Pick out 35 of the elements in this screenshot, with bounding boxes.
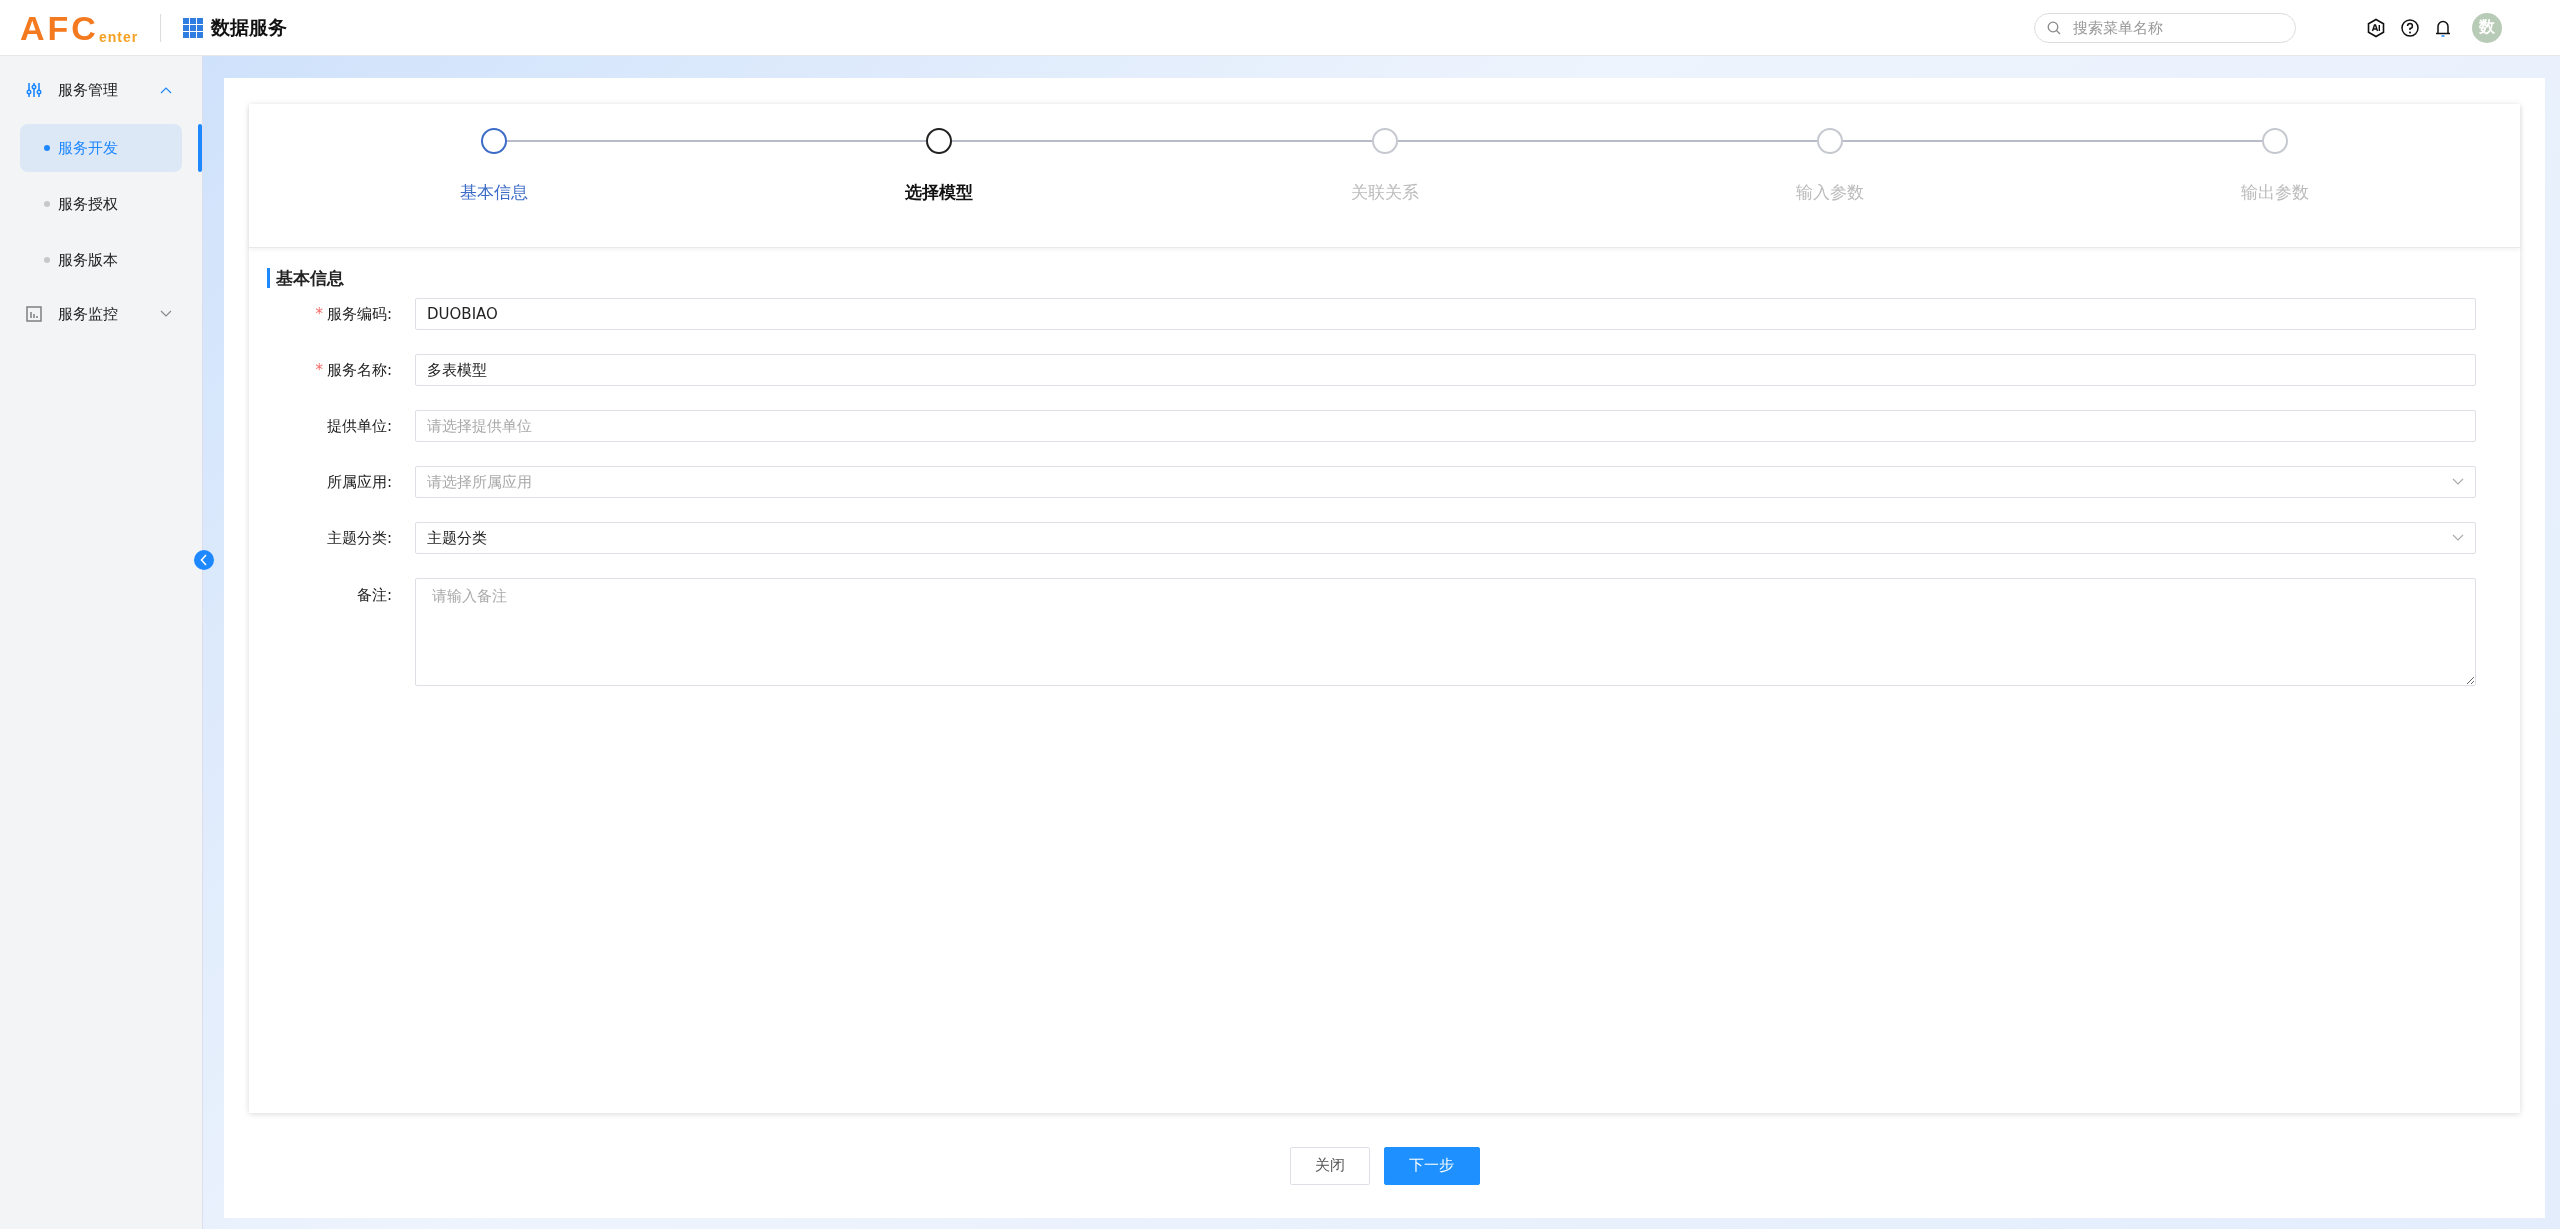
field-label: 所属应用: [326, 472, 392, 491]
close-button[interactable]: 关闭 [1289, 1146, 1370, 1185]
section-title: 基本信息 [267, 268, 2476, 288]
step-label[interactable]: 基本信息 [459, 181, 528, 204]
select-field[interactable]: 主题分类 [415, 522, 2476, 554]
chart-icon [26, 306, 42, 322]
field-label: 服务名称: [326, 360, 392, 379]
required-mark: * [315, 360, 323, 379]
active-indicator [198, 124, 202, 172]
menu-group[interactable]: 服务监控 [0, 292, 202, 336]
help-icon[interactable] [2400, 17, 2420, 38]
collapse-button[interactable] [194, 550, 214, 570]
textarea-field[interactable]: 请输入备注 [415, 578, 2476, 686]
menu-item[interactable]: 服务版本 [20, 236, 182, 284]
text-field[interactable]: 请选择提供单位 [415, 410, 2476, 442]
menu-group[interactable]: 服务管理 [0, 68, 202, 112]
field-label: 备注: [356, 586, 392, 604]
sliders-icon [26, 82, 42, 98]
chevron-left-icon [200, 554, 208, 566]
field-label: 主题分类: [326, 528, 392, 547]
chevron-down-icon [2452, 478, 2464, 486]
field-label: 服务编码: [326, 304, 392, 323]
search-input[interactable]: 搜索菜单名称 [2071, 17, 2283, 38]
ai-icon[interactable] [2366, 17, 2386, 38]
chevron-down-icon [2452, 534, 2464, 542]
required-mark: * [315, 304, 323, 323]
field-label: 提供单位: [326, 416, 392, 435]
app-title: 数据服务 [211, 14, 288, 40]
text-field[interactable]: DUOBIAO [415, 298, 2476, 330]
search-icon [2047, 20, 2061, 35]
grid-icon[interactable] [183, 17, 204, 38]
logo: AFC enter [20, 10, 139, 45]
menu-item[interactable]: 服务授权 [20, 180, 182, 228]
step-label[interactable]: 选择模型 [905, 181, 974, 204]
text-field[interactable]: 多表模型 [415, 354, 2476, 386]
